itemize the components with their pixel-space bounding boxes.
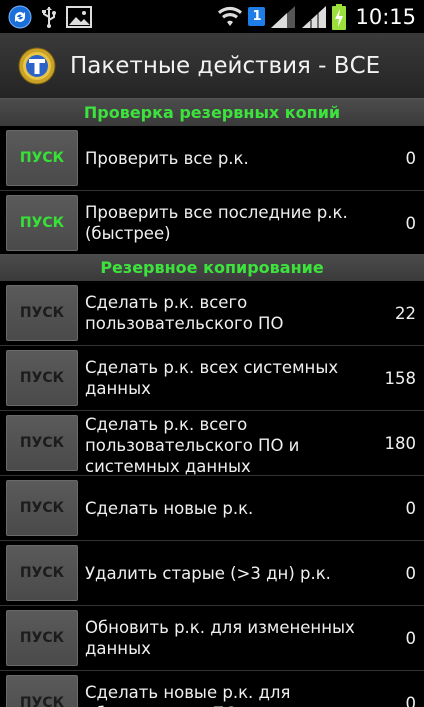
row-label: Сделать новые р.к. [85, 498, 254, 518]
run-button[interactable]: ПУСК [6, 480, 78, 536]
row-label: Сделать р.к. всего пользовательского ПО … [85, 415, 300, 475]
list-item[interactable]: ПУСК Проверить все последние р.к. (быстр… [0, 191, 424, 255]
page-title: Пакетные действия - ВСЕ [70, 52, 381, 79]
row-count: 0 [405, 693, 417, 707]
row-label: Обновить р.к. для измененных данных [85, 618, 355, 658]
row-label: Сделать новые р.к. для обновленного ПО [85, 683, 291, 707]
row-label: Проверить все последние р.к. (быстрее) [85, 203, 348, 243]
run-button[interactable]: ПУСК [6, 350, 78, 406]
usb-icon [40, 5, 58, 29]
run-button[interactable]: ПУСК [6, 130, 78, 186]
section-header-verify: Проверка резервных копий [0, 99, 424, 126]
run-button[interactable]: ПУСК [6, 545, 78, 601]
run-button[interactable]: ПУСК [6, 610, 78, 666]
list-item[interactable]: ПУСК Сделать новые р.к. для обновленного… [0, 671, 424, 707]
run-button[interactable]: ПУСК [6, 195, 78, 251]
status-bar: 1 10:15 [0, 0, 424, 33]
titanium-backup-icon[interactable] [18, 47, 56, 85]
row-label: Проверить все р.к. [85, 148, 249, 168]
list-item[interactable]: ПУСК Сделать р.к. всех системных данных … [0, 346, 424, 410]
row-count: 180 [384, 433, 417, 453]
row-label: Сделать р.к. всех системных данных [85, 358, 339, 398]
row-count: 0 [405, 498, 417, 518]
row-count: 22 [395, 303, 416, 323]
sync-icon [8, 5, 32, 29]
row-count: 0 [405, 148, 417, 168]
wifi-icon [217, 6, 243, 28]
list-item[interactable]: ПУСК Сделать новые р.к. 0 [0, 476, 424, 540]
image-icon [66, 5, 92, 28]
title-bar: Пакетные действия - ВСЕ [0, 33, 424, 99]
list-item[interactable]: ПУСК Обновить р.к. для измененных данных… [0, 606, 424, 670]
row-count: 0 [405, 628, 417, 648]
sim-icon: 1 [248, 7, 266, 26]
row-count: 158 [384, 368, 417, 388]
row-count: 0 [405, 563, 417, 583]
list-item[interactable]: ПУСК Удалить старые (>3 дн) р.к. 0 [0, 541, 424, 605]
row-label: Сделать р.к. всего пользовательского ПО [85, 293, 284, 333]
clock: 10:15 [355, 4, 416, 29]
list-item[interactable]: ПУСК Сделать р.к. всего пользовательског… [0, 281, 424, 345]
list-item[interactable]: ПУСК Проверить все р.к. 0 [0, 126, 424, 190]
row-label: Удалить старые (>3 дн) р.к. [85, 563, 331, 583]
battery-icon [332, 3, 347, 30]
run-button[interactable]: ПУСК [6, 415, 78, 471]
run-button[interactable]: ПУСК [6, 285, 78, 341]
row-count: 0 [405, 213, 417, 233]
signal-icon [301, 5, 327, 29]
signal-icon [270, 5, 296, 29]
list-item[interactable]: ПУСК Сделать р.к. всего пользовательског… [0, 411, 424, 475]
section-header-backup: Резервное копирование [0, 254, 424, 281]
run-button[interactable]: ПУСК [6, 675, 78, 707]
